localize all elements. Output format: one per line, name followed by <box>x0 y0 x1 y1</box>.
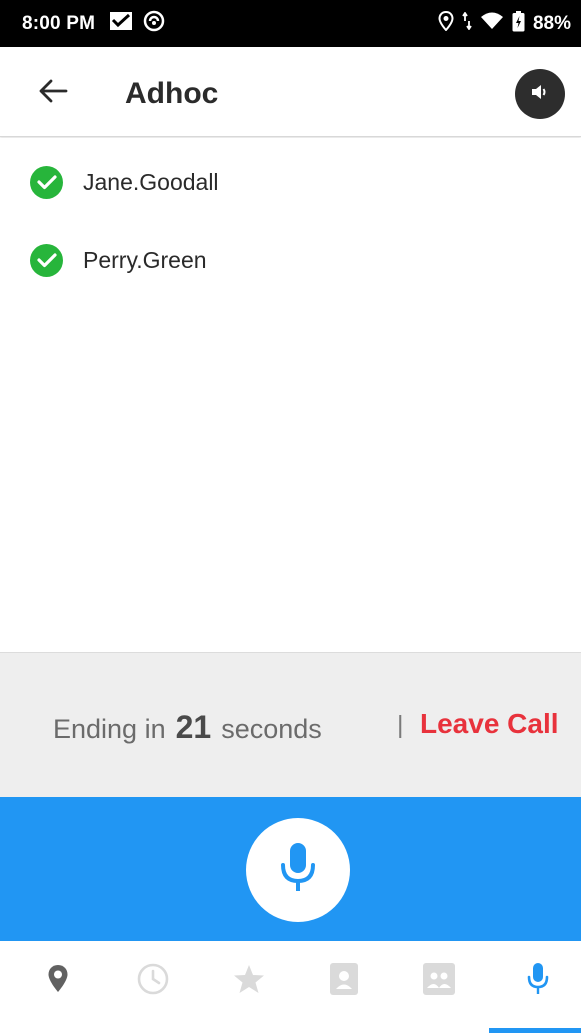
participant-name: Jane.Goodall <box>83 168 219 195</box>
microphone-icon <box>278 841 318 900</box>
microphone-icon <box>526 962 550 1001</box>
leave-call-button[interactable]: Leave Call <box>420 708 559 740</box>
nav-item-favorites[interactable] <box>227 959 271 1003</box>
ending-count: 21 <box>175 709 212 745</box>
separator: | <box>397 711 404 739</box>
check-circle-icon <box>30 165 63 199</box>
status-left-icons <box>109 10 165 37</box>
speaker-icon <box>530 82 550 107</box>
push-to-talk-area <box>0 797 581 941</box>
arrow-left-icon <box>38 78 68 109</box>
clock-icon <box>136 962 170 1001</box>
battery-icon <box>512 10 525 37</box>
sync-icon <box>143 10 165 37</box>
ending-suffix: seconds <box>221 714 322 744</box>
status-bar: 8:00 PM 88% <box>0 0 581 47</box>
participant-list: Jane.Goodall Perry.Green <box>0 138 581 652</box>
speaker-button[interactable] <box>515 69 565 119</box>
status-right-icons: 88% <box>438 10 571 37</box>
active-tab-indicator <box>489 1028 581 1033</box>
page-title: Adhoc <box>125 77 219 110</box>
status-time: 8:00 PM <box>22 12 96 34</box>
contact-card-icon <box>328 962 360 1001</box>
nav-item-push-to-talk[interactable] <box>516 959 560 1003</box>
wifi-icon <box>480 12 504 35</box>
location-pin-icon <box>47 964 69 999</box>
ending-countdown: Ending in 21 seconds <box>53 709 322 746</box>
participant-name: Perry.Green <box>83 246 207 273</box>
message-icon <box>109 11 133 36</box>
back-button[interactable] <box>34 74 72 112</box>
nav-item-contacts[interactable] <box>322 959 366 1003</box>
nav-item-location[interactable] <box>36 959 80 1003</box>
bottom-nav <box>0 941 581 1033</box>
ending-prefix: Ending in <box>53 714 166 744</box>
ending-panel: Ending in 21 seconds | Leave Call <box>0 652 581 797</box>
list-item[interactable]: Perry.Green <box>30 242 207 278</box>
check-circle-icon <box>30 243 63 277</box>
location-icon <box>438 10 454 36</box>
group-card-icon <box>422 962 456 1001</box>
nav-item-groups[interactable] <box>417 959 461 1003</box>
nav-item-recents[interactable] <box>131 959 175 1003</box>
data-arrows-icon <box>462 11 472 35</box>
push-to-talk-button[interactable] <box>246 818 350 922</box>
app-bar: Adhoc <box>0 47 581 137</box>
battery-percent: 88% <box>532 12 571 34</box>
star-icon <box>233 963 265 1000</box>
list-item[interactable]: Jane.Goodall <box>30 164 219 200</box>
